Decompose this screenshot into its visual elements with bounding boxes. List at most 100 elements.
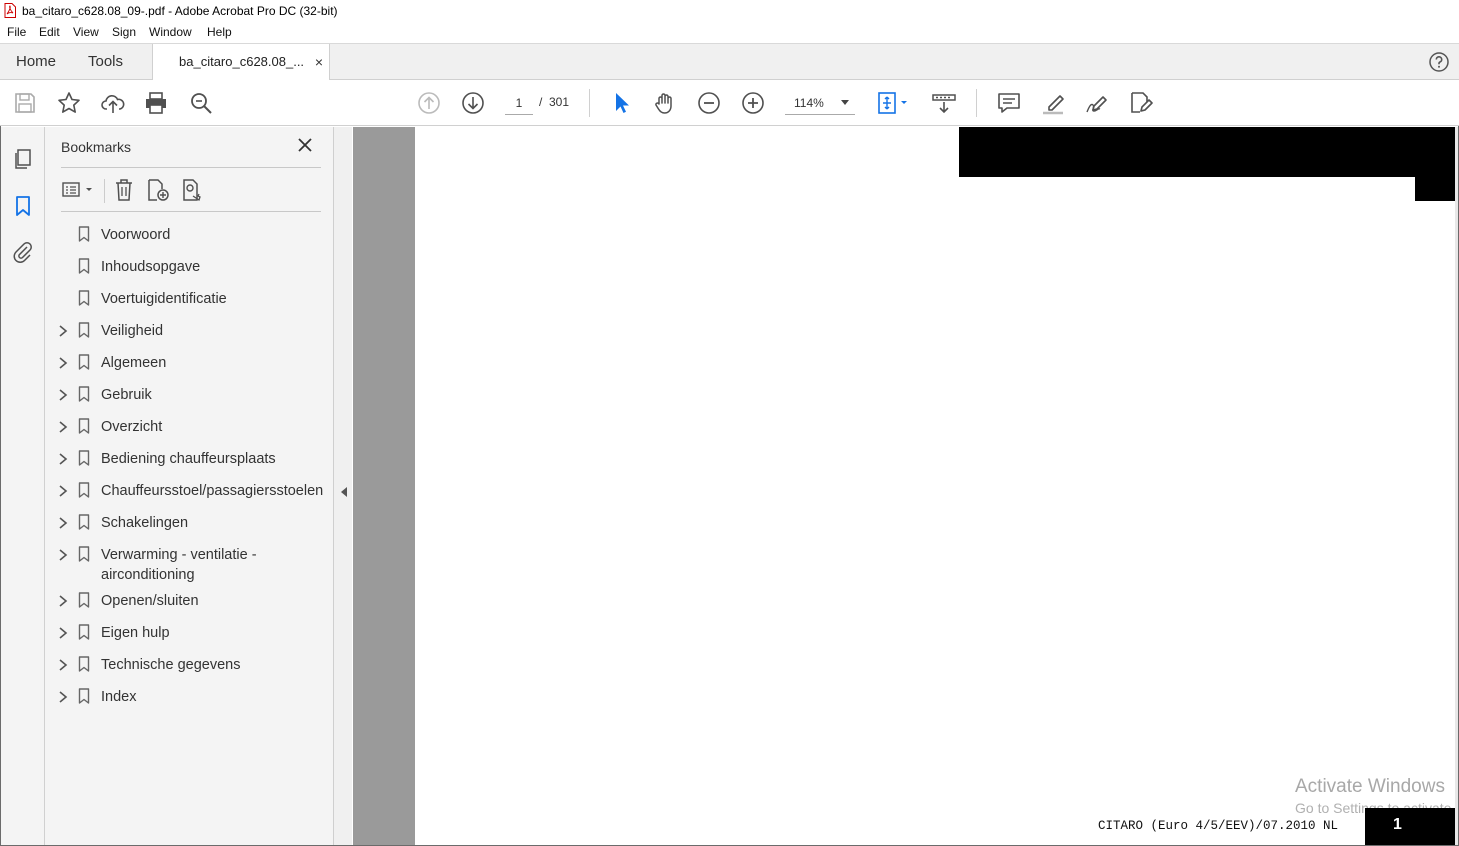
edit-pdf-icon[interactable] [1128,90,1154,116]
attachment-icon[interactable] [11,240,35,264]
bookmark-icon [78,258,90,274]
bookmark-item[interactable]: Voorwoord [45,224,333,246]
bookmark-label: Overzicht [101,419,163,435]
pdf-page [415,127,1455,845]
chevron-right-icon[interactable] [57,594,69,608]
navigation-rail [1,127,45,845]
page-header-bar [959,127,1455,177]
bookmark-item[interactable]: Voertuigidentificatie [45,288,333,310]
chevron-right-icon[interactable] [57,388,69,402]
bookmark-label: Voertuigidentificatie [101,291,227,307]
bookmark-item[interactable]: Algemeen [45,352,333,374]
bookmark-icon [78,688,90,704]
star-icon[interactable] [56,90,82,116]
bookmark-item[interactable]: Index [45,686,333,708]
bookmark-label: Inhoudsopgave [101,259,201,275]
tab-tools[interactable]: Tools [88,44,123,80]
tab-close-icon[interactable]: × [315,44,323,80]
menu-file[interactable]: File [7,25,26,39]
close-icon[interactable] [297,137,313,153]
bookmark-item[interactable]: Verwarming - ventilatie - airconditioning [45,544,333,588]
divider [61,167,321,168]
bookmark-icon [78,514,90,530]
bookmark-options-icon[interactable] [61,177,97,203]
pdf-file-icon [4,3,16,18]
bookmark-panel-icon[interactable] [11,194,35,218]
chevron-right-icon[interactable] [57,690,69,704]
bookmark-icon [78,418,90,434]
chevron-right-icon[interactable] [57,548,69,562]
menu-edit[interactable]: Edit [39,25,60,39]
fit-page-icon[interactable] [876,90,912,116]
bookmark-icon [78,226,90,242]
bookmark-label: Index [101,689,137,705]
chevron-down-icon [841,100,849,105]
delete-bookmark-icon[interactable] [111,177,137,203]
page-number: 1 [1393,816,1402,833]
highlight-pen-icon[interactable] [1040,90,1066,116]
tab-home[interactable]: Home [16,44,56,80]
bookmark-item[interactable]: Chauffeursstoel/passagiersstoelen [45,480,333,502]
document-gutter [353,127,415,845]
bookmark-item[interactable]: Schakelingen [45,512,333,534]
page-thumbnails-icon[interactable] [11,147,35,171]
menu-sign[interactable]: Sign [112,25,136,39]
zoom-out-icon[interactable] [696,90,722,116]
menu-help[interactable]: Help [207,25,232,39]
bookmark-item[interactable]: Bediening chauffeursplaats [45,448,333,470]
bookmark-icon [78,290,90,306]
zoom-in-icon[interactable] [740,90,766,116]
chevron-right-icon[interactable] [57,516,69,530]
help-icon[interactable] [1429,52,1449,72]
menu-view[interactable]: View [73,25,99,39]
chevron-right-icon[interactable] [57,324,69,338]
divider [61,211,321,212]
bookmark-item[interactable]: Inhoudsopgave [45,256,333,278]
bookmark-label: Technische gegevens [101,657,241,673]
comment-icon[interactable] [996,90,1022,116]
panel-collapse-strip[interactable] [334,127,352,845]
menu-window[interactable]: Window [149,25,192,39]
zoom-level-value: 114% [794,96,824,110]
bookmark-item[interactable]: Openen/sluiten [45,590,333,612]
previous-page-icon[interactable] [416,90,442,116]
scroll-mode-icon[interactable] [931,90,957,116]
bookmark-label: Veiligheid [101,323,164,339]
collapse-arrow-icon[interactable] [341,487,347,497]
toolbar-separator [976,89,977,117]
zoom-level-select[interactable]: 114% [785,92,855,115]
tab-document[interactable]: ba_citaro_c628.08_... × [152,44,330,81]
bookmark-item[interactable]: Gebruik [45,384,333,406]
bookmark-icon [78,656,90,672]
sign-pen-icon[interactable] [1084,90,1110,116]
bookmark-item[interactable]: Eigen hulp [45,622,333,644]
bookmark-icon [78,322,90,338]
bookmark-item[interactable]: Overzicht [45,416,333,438]
activate-windows-watermark: Activate Windows [1295,776,1445,797]
next-page-icon[interactable] [460,90,486,116]
bookmark-properties-icon[interactable] [180,177,206,203]
current-page-input[interactable]: 1 [505,92,533,115]
bookmark-icon [78,450,90,466]
cloud-upload-icon[interactable] [100,90,126,116]
save-icon[interactable] [12,90,38,116]
page-header-tab [1415,177,1455,201]
zoom-search-icon[interactable] [188,90,214,116]
chevron-right-icon[interactable] [57,626,69,640]
print-icon[interactable] [143,90,169,116]
hand-tool-icon[interactable] [652,90,678,116]
bookmark-label: Eigen hulp [101,625,170,641]
page-number-box: 1 [1365,808,1455,845]
select-cursor-icon[interactable] [608,90,634,116]
new-bookmark-icon[interactable] [145,177,171,203]
bookmark-item[interactable]: Veiligheid [45,320,333,342]
vertical-scrollbar[interactable] [1455,127,1458,845]
bookmark-item[interactable]: Technische gegevens [45,654,333,676]
bookmark-icon [78,354,90,370]
chevron-right-icon[interactable] [57,356,69,370]
chevron-right-icon[interactable] [57,452,69,466]
chevron-right-icon[interactable] [57,658,69,672]
toolbar-separator [589,89,590,117]
chevron-right-icon[interactable] [57,484,69,498]
chevron-right-icon[interactable] [57,420,69,434]
